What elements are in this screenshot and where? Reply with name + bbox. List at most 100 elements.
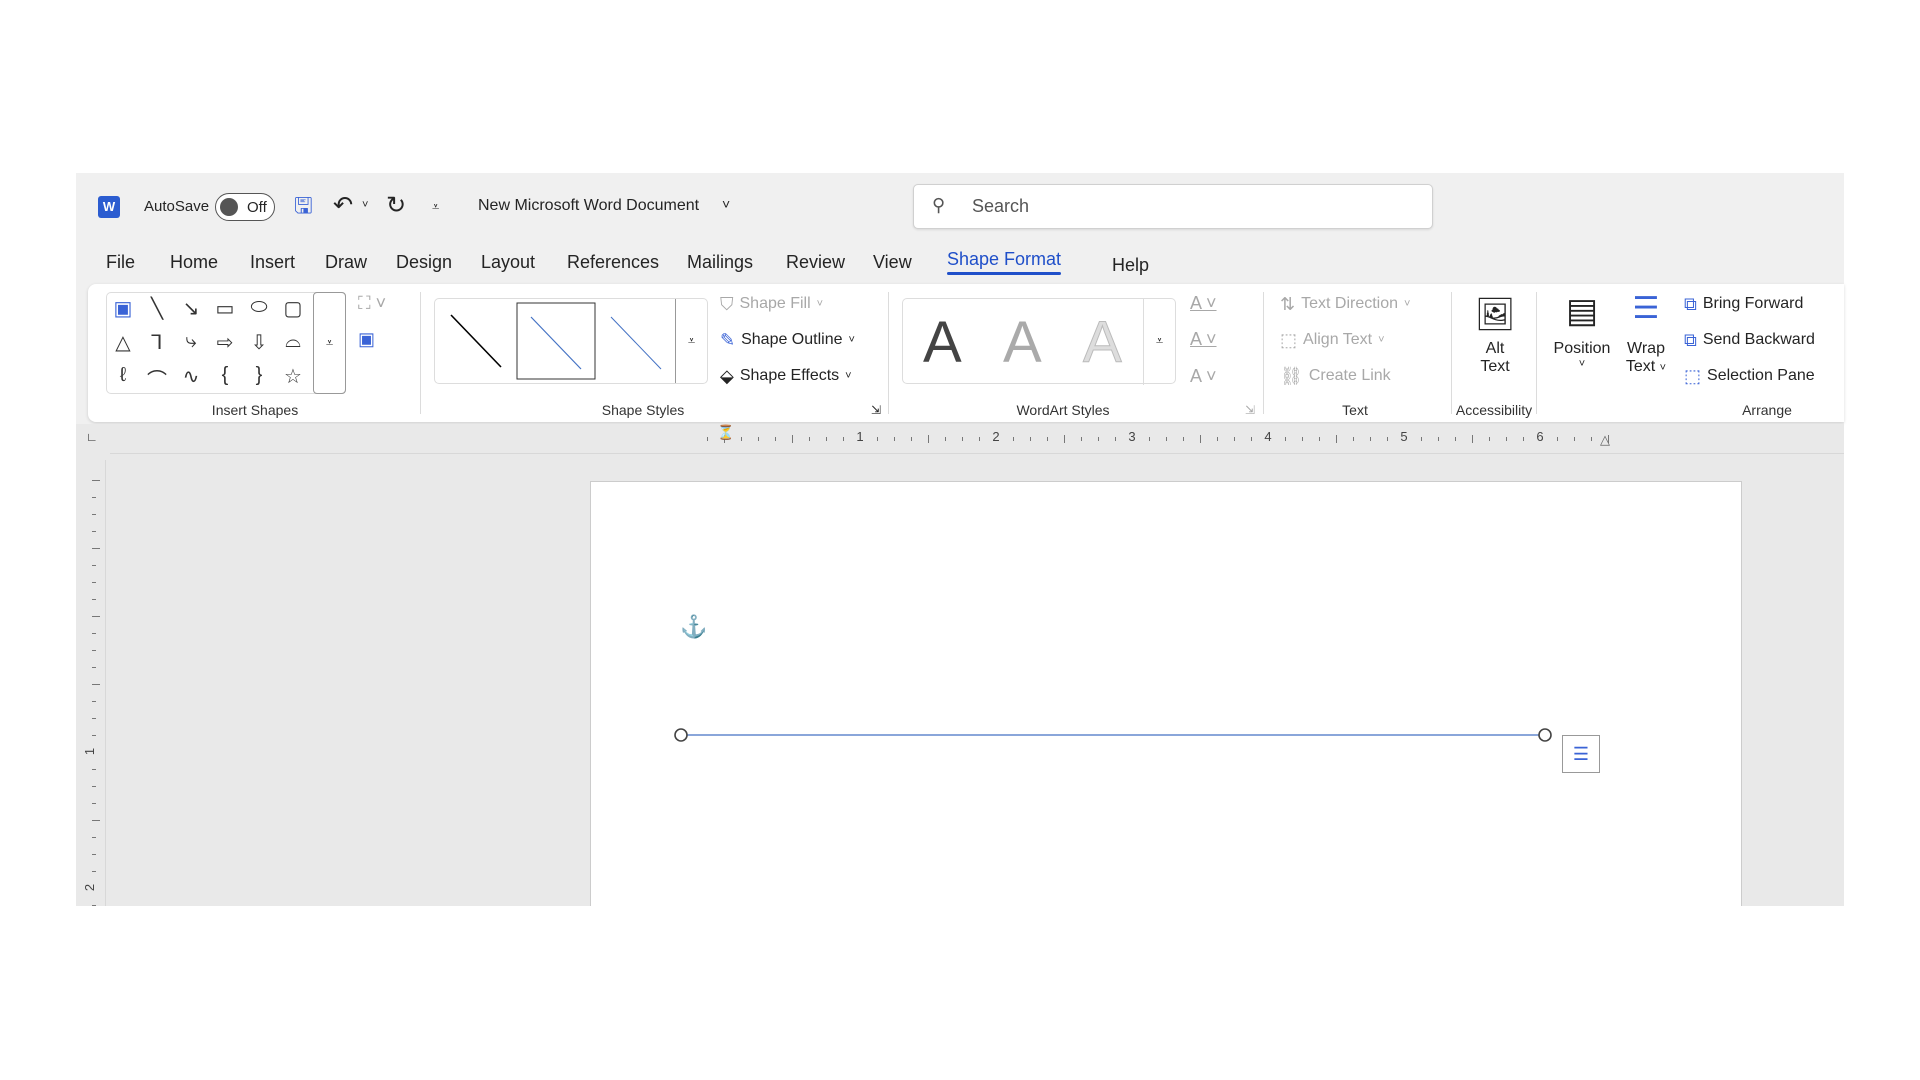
bring-forward-button[interactable]: ⧉ Bring Forward xyxy=(1684,295,1803,313)
shape-outline-button[interactable]: ✎ Shape Outline ˅ xyxy=(720,331,855,349)
draw-text-box-icon[interactable]: ▣ xyxy=(358,330,375,348)
redo-icon[interactable]: ↻ xyxy=(386,194,406,218)
shapes-more-button[interactable]: ⩡ xyxy=(313,292,346,394)
ruler-tick xyxy=(1030,437,1031,441)
text-effects-icon[interactable]: A ˅ xyxy=(1190,367,1217,385)
vertical-ruler[interactable] xyxy=(80,460,106,906)
line-start-handle[interactable] xyxy=(674,728,688,742)
send-backward-button[interactable]: ⧉ Send Backward xyxy=(1684,331,1815,349)
title-dropdown-icon[interactable]: ˅ xyxy=(722,196,730,212)
save-icon[interactable]: 🖫 xyxy=(294,195,313,217)
position-button[interactable]: ▤ Position ˅ xyxy=(1550,294,1614,370)
indent-marker-icon[interactable]: ⏳ xyxy=(717,425,734,439)
ruler-tick xyxy=(92,565,96,566)
wordart-gallery[interactable]: A A A ⩡ xyxy=(902,298,1176,385)
shape-option[interactable]: ╲ xyxy=(142,296,172,321)
shape-option[interactable]: ▣ xyxy=(108,296,138,321)
autosave-toggle[interactable]: Off xyxy=(215,193,275,221)
ruler-tick xyxy=(1200,435,1201,443)
ruler-tick xyxy=(1506,437,1507,441)
ruler-tick xyxy=(1489,437,1490,441)
tab-help[interactable]: Help xyxy=(1112,255,1149,276)
create-link-button[interactable]: ⛓ Create Link xyxy=(1280,367,1391,385)
shape-option[interactable]: ⇨ xyxy=(210,330,240,355)
tab-home[interactable]: Home xyxy=(170,252,218,273)
edit-shape-icon[interactable]: ⛶ ˅ xyxy=(358,294,386,312)
wrap-text-button[interactable]: ☰ Wrap Text ˅ xyxy=(1618,294,1674,376)
tab-draw[interactable]: Draw xyxy=(325,252,367,273)
shape-option[interactable]: ⇩ xyxy=(244,330,274,355)
customize-toolbar-icon[interactable]: ⩡ xyxy=(432,200,439,213)
ruler-tick xyxy=(1064,435,1065,443)
horizontal-ruler[interactable] xyxy=(110,424,1844,454)
ruler-tick xyxy=(1455,437,1456,441)
ruler-tick xyxy=(1370,437,1371,441)
styles-more-button[interactable]: ⩡ xyxy=(675,299,707,383)
tab-review[interactable]: Review xyxy=(786,252,845,273)
shape-styles-launcher-icon[interactable]: ⇲ xyxy=(871,403,881,417)
line-end-handle[interactable] xyxy=(1538,728,1552,742)
tab-mailings[interactable]: Mailings xyxy=(687,252,753,273)
shape-styles-gallery[interactable]: ⩡ xyxy=(434,298,708,384)
wordart-style-1[interactable]: A xyxy=(923,309,962,376)
shape-effects-button[interactable]: ⬙ Shape Effects ˅ xyxy=(720,367,852,385)
wordart-more-button[interactable]: ⩡ xyxy=(1143,299,1175,385)
search-box[interactable]: ⚲ Search xyxy=(913,184,1433,229)
ruler-tick xyxy=(92,854,96,855)
document-page[interactable] xyxy=(590,481,1742,906)
shape-fill-label: Shape Fill xyxy=(739,295,811,312)
align-text-button[interactable]: ⬚ Align Text ˅ xyxy=(1280,331,1385,349)
shape-fill-button[interactable]: ⛉ Shape Fill ˅ xyxy=(720,295,823,313)
shape-option[interactable]: ▢ xyxy=(278,296,308,321)
wordart-style-2[interactable]: A xyxy=(1003,309,1042,376)
tab-insert[interactable]: Insert xyxy=(250,252,295,273)
text-fill-icon[interactable]: A ˅ xyxy=(1190,294,1217,312)
layout-options-icon: ☰ xyxy=(1572,744,1590,764)
shape-option[interactable]: ℓ xyxy=(108,364,138,387)
shape-option[interactable]: △ xyxy=(108,330,138,355)
text-direction-button[interactable]: ⇅ Text Direction ˅ xyxy=(1280,295,1410,313)
ruler-tick xyxy=(92,837,96,838)
ruler-label: 6 xyxy=(1536,429,1544,444)
selected-line-shape[interactable] xyxy=(670,720,1560,750)
layout-options-button[interactable]: ☰ xyxy=(1562,735,1600,773)
shape-option[interactable]: ☆ xyxy=(278,364,308,389)
tab-file[interactable]: File xyxy=(106,252,135,273)
shape-option[interactable]: ↘ xyxy=(176,296,206,321)
shape-option[interactable]: ⅂ xyxy=(142,330,172,355)
tab-view[interactable]: View xyxy=(873,252,912,273)
alt-text-button[interactable]: 🖼 Alt Text xyxy=(1468,298,1522,376)
tab-selector-icon[interactable]: ∟ xyxy=(86,430,98,444)
ruler-tick xyxy=(962,437,963,441)
group-label-text: Text xyxy=(1342,402,1368,418)
wordart-launcher-icon[interactable]: ⇲ xyxy=(1245,403,1255,417)
ruler-tick xyxy=(92,582,96,583)
selection-pane-button[interactable]: ⬚ Selection Pane xyxy=(1684,367,1815,385)
shape-option[interactable]: ▭ xyxy=(210,296,240,321)
ruler-tick xyxy=(792,435,793,443)
shape-option[interactable]: { xyxy=(210,364,240,387)
shape-option[interactable]: ∿ xyxy=(176,364,206,389)
anchor-icon: ⚓ xyxy=(680,614,708,639)
tab-layout[interactable]: Layout xyxy=(481,252,535,273)
right-indent-marker-icon[interactable]: △ xyxy=(1600,432,1610,448)
ruler-tick xyxy=(1183,437,1184,441)
shape-option[interactable]: ⬭ xyxy=(244,296,274,319)
shape-option[interactable]: ⌓ xyxy=(278,330,308,353)
shape-option[interactable]: ⤷ xyxy=(176,330,206,353)
tab-references[interactable]: References xyxy=(567,252,659,273)
document-title[interactable]: New Microsoft Word Document xyxy=(478,197,699,215)
send-backward-icon: ⧉ xyxy=(1684,330,1697,350)
tab-shape-format[interactable]: Shape Format xyxy=(947,249,1062,275)
tab-design[interactable]: Design xyxy=(396,252,452,273)
wordart-style-3[interactable]: A xyxy=(1083,309,1123,376)
shape-option[interactable]: } xyxy=(244,364,274,387)
undo-icon[interactable]: ↶ xyxy=(333,194,353,218)
text-outline-icon[interactable]: A ˅ xyxy=(1190,330,1217,348)
shape-outline-label: Shape Outline xyxy=(741,331,843,348)
ruler-tick xyxy=(1149,437,1150,441)
shape-option[interactable]: ⌒ xyxy=(142,364,172,393)
ruler-label: 4 xyxy=(1264,429,1272,444)
undo-dropdown-icon[interactable]: ˅ xyxy=(362,200,368,211)
ruler-tick xyxy=(928,435,929,443)
